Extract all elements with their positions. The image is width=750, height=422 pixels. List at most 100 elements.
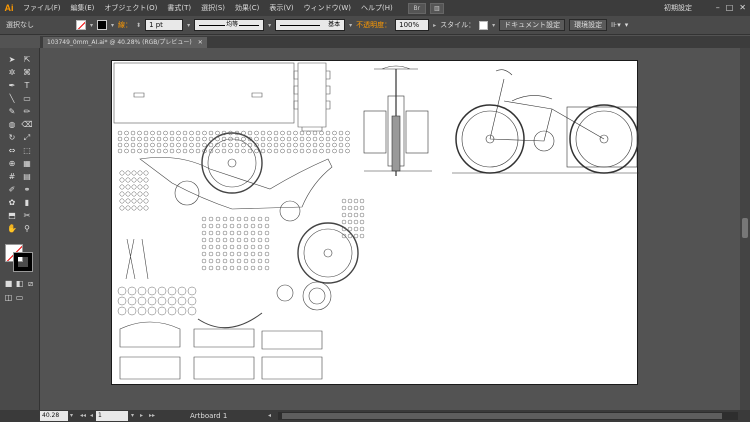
chevron-down-icon[interactable]: ▾ [111, 22, 114, 29]
bike-side-view[interactable] [452, 69, 639, 174]
lasso-tool-icon[interactable]: ⌘ [21, 67, 33, 79]
pen-tool-icon[interactable]: ✒ [6, 80, 18, 92]
menu-effect[interactable]: 効果(C) [230, 0, 264, 16]
canvas-area[interactable] [40, 48, 740, 410]
gradient-tool-icon[interactable]: ▤ [21, 171, 33, 183]
menu-type[interactable]: 書式(T) [162, 0, 196, 16]
paintbrush-tool-icon[interactable]: ✎ [6, 106, 18, 118]
style-label: スタイル： [440, 21, 476, 29]
zoom-level-field[interactable]: 40.28 [40, 411, 68, 421]
gradient-mode-icon[interactable]: ◧ [15, 278, 24, 290]
opacity-label[interactable]: 不透明度： [356, 20, 391, 30]
blob-brush-tool-icon[interactable]: ◍ [6, 119, 18, 131]
control-panel: 選択なし ▾ ▾ 線： ⬍ 1 pt ▾ 均等 ▾ 基本 ▾ 不透明度： 100… [0, 16, 750, 35]
scroll-left-icon[interactable]: ◂ [268, 410, 271, 422]
perspective-grid-tool-icon[interactable]: ▦ [21, 158, 33, 170]
fill-stroke-widget[interactable] [5, 244, 33, 272]
vertical-scrollbar[interactable] [740, 48, 750, 410]
app-logo: Ai [4, 3, 14, 13]
status-bar: 40.28 ▾ ◂◂ ◂ 1 ▾ ▸ ▸▸ Artboard 1 ◂ [0, 410, 750, 422]
rectangle-tool-icon[interactable]: ▭ [21, 93, 33, 105]
chevron-down-icon[interactable]: ▾ [90, 22, 93, 29]
document-setup-button[interactable]: ドキュメント設定 [499, 19, 566, 31]
free-transform-tool-icon[interactable]: ⬚ [21, 145, 33, 157]
maximize-icon[interactable]: □ [726, 2, 734, 14]
hand-tool-icon[interactable]: ✋ [6, 223, 18, 235]
shape-builder-tool-icon[interactable]: ⊕ [6, 158, 18, 170]
panel-menu-icon[interactable]: ▾ [625, 21, 629, 29]
stroke-weight-field[interactable]: 1 pt [145, 19, 184, 31]
mesh-tool-icon[interactable]: # [6, 171, 18, 183]
none-mode-icon[interactable]: ⧄ [26, 278, 35, 290]
pencil-tool-icon[interactable]: ✏ [21, 106, 33, 118]
color-mode-icon[interactable]: ■ [4, 278, 13, 290]
close-icon[interactable]: ✕ [739, 2, 746, 14]
menu-select[interactable]: 選択(S) [196, 0, 230, 16]
slice-tool-icon[interactable]: ✂ [21, 210, 33, 222]
chevron-down-icon[interactable]: ▾ [349, 22, 352, 29]
direct-selection-tool-icon[interactable]: ⇱ [21, 54, 33, 66]
arrange-documents-icon[interactable]: ▥ [429, 2, 444, 14]
align-options-icon[interactable]: ⊪▾ [611, 21, 621, 29]
brush-label: 基本 [328, 21, 341, 28]
stroke-black-swatch[interactable] [13, 252, 33, 272]
line-tool-icon[interactable]: ╲ [6, 93, 18, 105]
brush-definition[interactable]: 基本 [275, 19, 346, 31]
chevron-down-icon[interactable]: ▾ [131, 410, 134, 422]
selection-tool-icon[interactable]: ➤ [6, 54, 18, 66]
minimize-icon[interactable]: – [716, 2, 720, 14]
eraser-tool-icon[interactable]: ⌫ [21, 119, 33, 131]
close-icon[interactable]: ✕ [198, 39, 203, 46]
rotate-tool-icon[interactable]: ↻ [6, 132, 18, 144]
horizontal-scrollbar[interactable] [278, 412, 738, 420]
artboard[interactable] [111, 60, 639, 386]
document-tab[interactable]: 103749_0mm_AI.ai* @ 40.28% (RGB/プレビュー) ✕ [43, 37, 207, 48]
last-artboard-icon[interactable]: ▸▸ [149, 410, 155, 422]
blend-tool-icon[interactable]: ⚭ [21, 184, 33, 196]
width-tool-icon[interactable]: ⇔ [6, 145, 18, 157]
symbol-sprayer-tool-icon[interactable]: ✿ [6, 197, 18, 209]
opacity-field[interactable]: 100% [395, 19, 430, 31]
stroke-label[interactable]: 線： [118, 20, 132, 30]
menu-help[interactable]: ヘルプ(H) [356, 0, 398, 16]
magic-wand-tool-icon[interactable]: ✲ [6, 67, 18, 79]
type-tool-icon[interactable]: T [21, 80, 33, 92]
scale-tool-icon[interactable]: ⤢ [21, 132, 33, 144]
chevron-down-icon[interactable]: ▾ [187, 22, 190, 29]
screen-mode-icon[interactable]: ▭ [15, 292, 24, 304]
next-artboard-icon[interactable]: ▸ [140, 410, 143, 422]
menu-bar: Ai ファイル(F) 編集(E) オブジェクト(O) 書式(T) 選択(S) 効… [0, 0, 750, 16]
tools-panel: ➤ ⇱ ✲ ⌘ ✒ T ╲ ▭ ✎ ✏ ◍ ⌫ ↻ ⤢ ⇔ ⬚ ⊕ ▦ # ▤ ✐ ⚭ ✿ ▮ ⬒ ✂ ✋ ⚲ ■ ◧ ⧄ ◫ ▭ [0, 48, 40, 410]
document-tab-title: 103749_0mm_AI.ai* @ 40.28% (RGB/プレビュー) [47, 39, 192, 46]
artwork[interactable] [112, 61, 639, 386]
stroke-swatch[interactable] [97, 20, 108, 30]
menu-view[interactable]: 表示(V) [264, 0, 298, 16]
menu-window[interactable]: ウィンドウ(W) [299, 0, 356, 16]
preferences-button[interactable]: 環境設定 [569, 19, 608, 31]
column-graph-tool-icon[interactable]: ▮ [21, 197, 33, 209]
bike-front-view[interactable] [363, 65, 432, 176]
window-controls: – □ ✕ [716, 2, 746, 14]
artboard-tool-icon[interactable]: ⬒ [6, 210, 18, 222]
artboard-number-field[interactable]: 1 [96, 411, 128, 421]
profile-label: 均等 [225, 20, 240, 30]
stepper-icon[interactable]: ⬍ [136, 22, 141, 29]
previous-artboard-icon[interactable]: ◂ [90, 410, 93, 422]
menu-file[interactable]: ファイル(F) [18, 0, 66, 16]
artboard-name: Artboard 1 [190, 412, 228, 420]
chevron-down-icon[interactable]: ▾ [268, 22, 271, 29]
chevron-down-icon[interactable]: ▾ [70, 410, 73, 422]
graphic-style-swatch[interactable] [479, 20, 489, 30]
fill-swatch[interactable] [76, 20, 86, 30]
zoom-tool-icon[interactable]: ⚲ [21, 223, 33, 235]
workspace-switcher[interactable]: 初期設定 [664, 0, 692, 16]
bridge-icon[interactable]: Br [407, 2, 426, 14]
chevron-down-icon[interactable]: ▾ [492, 22, 495, 29]
draw-normal-icon[interactable]: ◫ [4, 292, 13, 304]
menu-edit[interactable]: 編集(E) [66, 0, 100, 16]
chevron-right-icon[interactable]: ▸ [433, 22, 436, 29]
variable-width-profile[interactable]: 均等 [194, 19, 265, 31]
menu-object[interactable]: オブジェクト(O) [99, 0, 162, 16]
first-artboard-icon[interactable]: ◂◂ [80, 410, 86, 422]
eyedropper-tool-icon[interactable]: ✐ [6, 184, 18, 196]
